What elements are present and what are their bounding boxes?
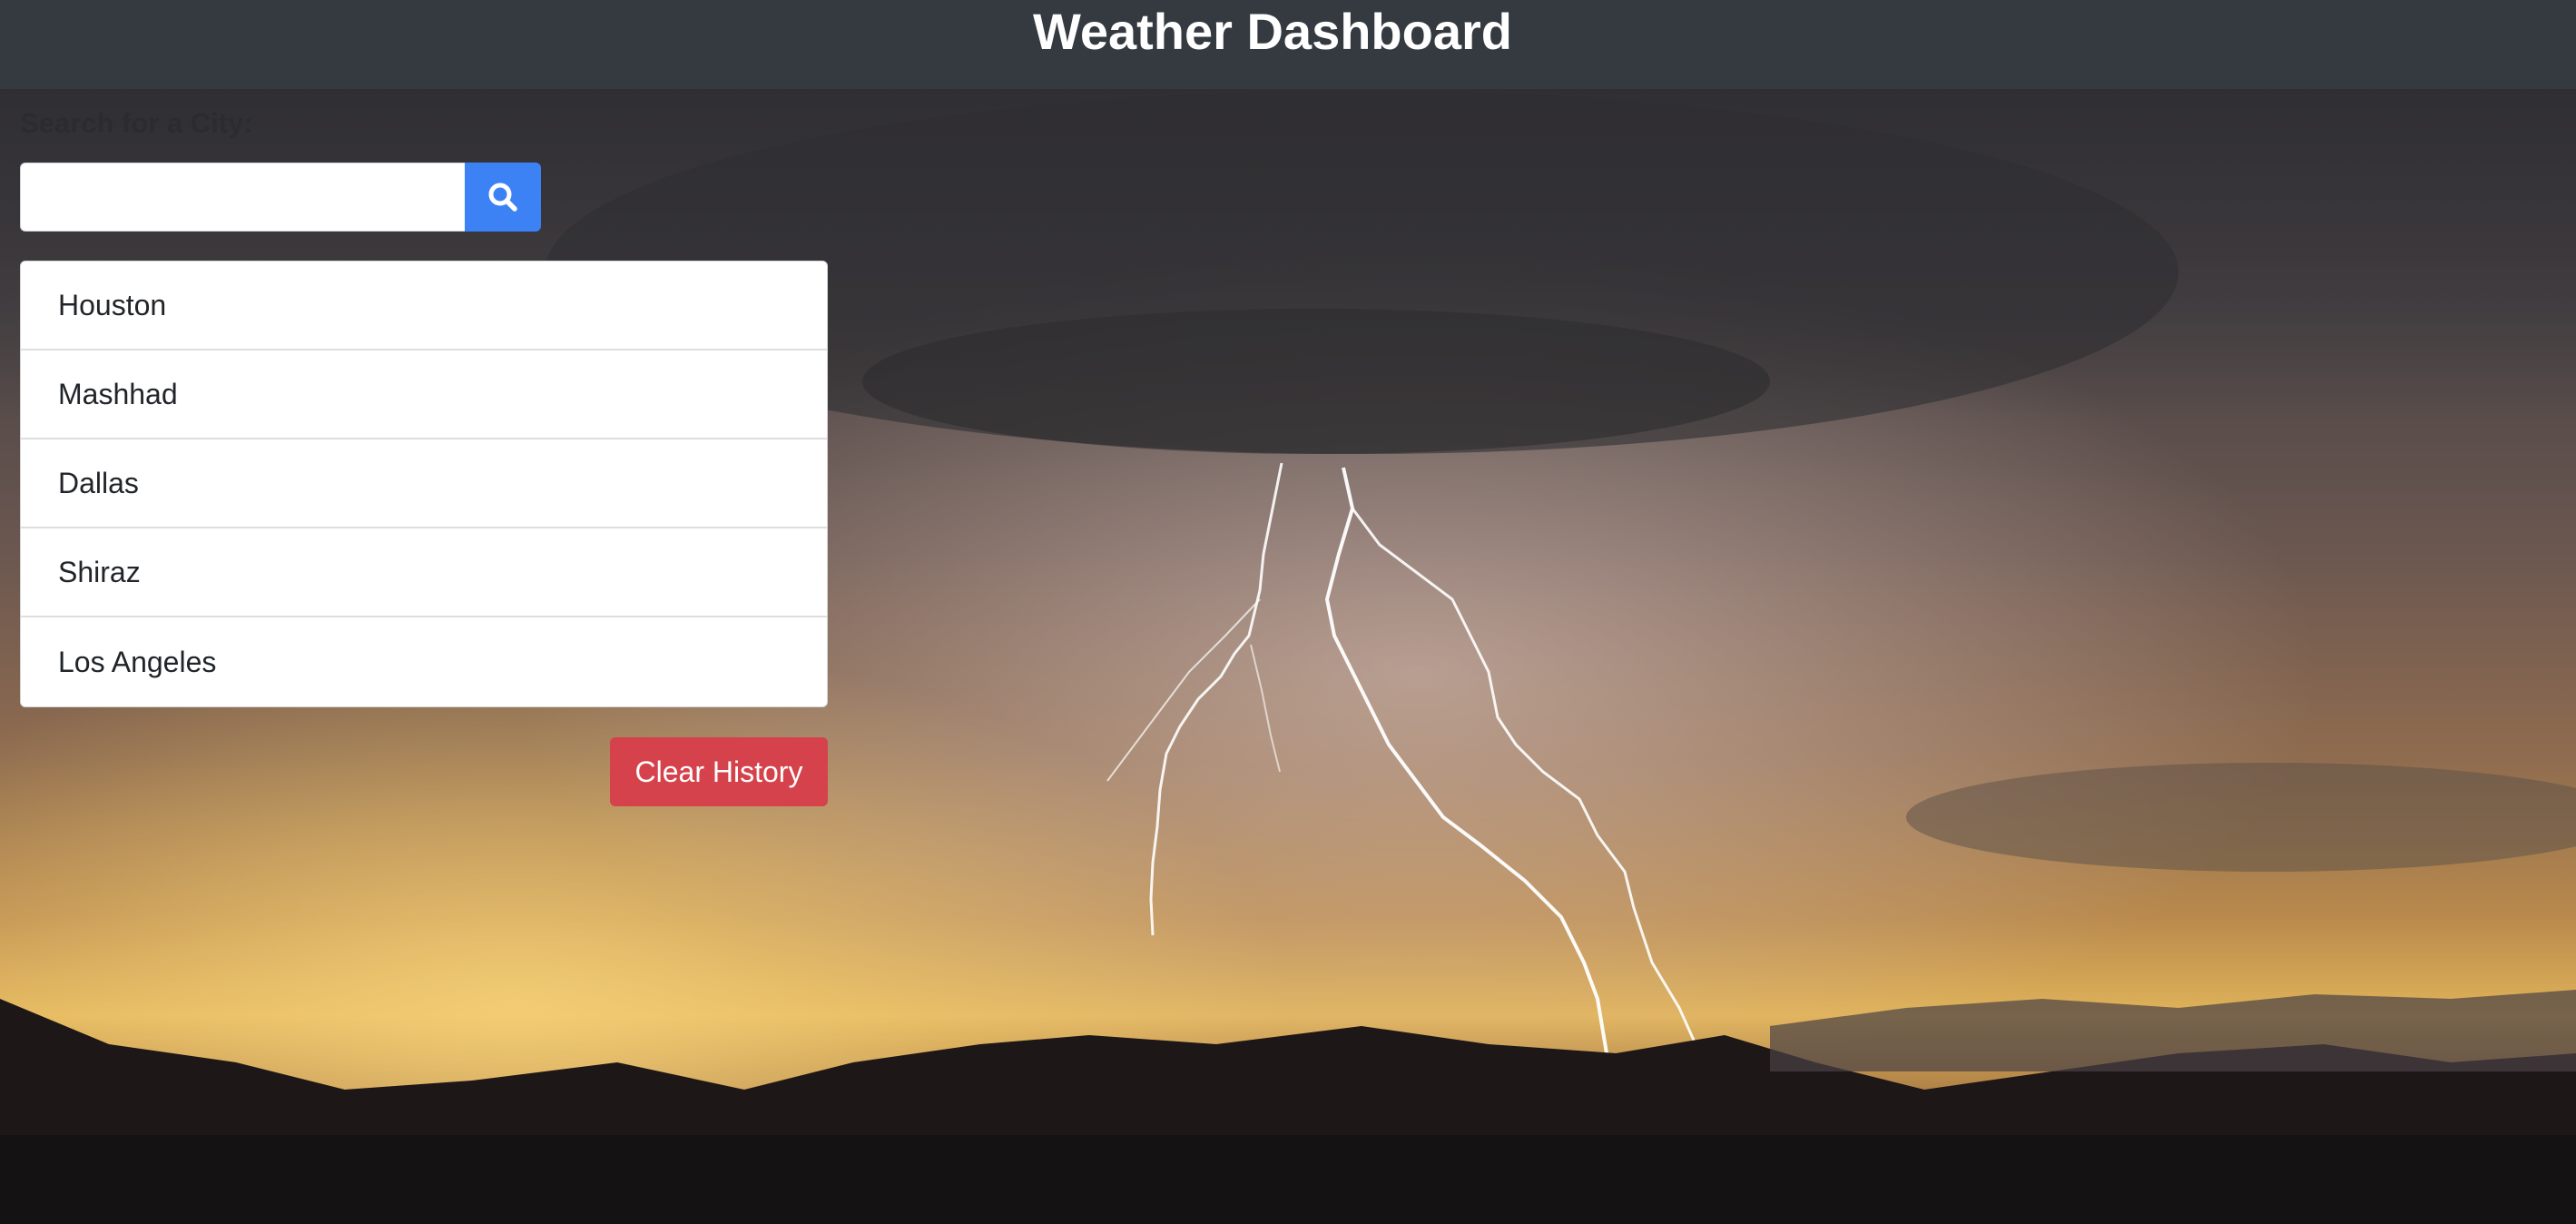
search-group (20, 163, 541, 232)
search-button[interactable] (465, 163, 541, 232)
search-label: Search for a City: (20, 107, 253, 139)
search-history-list: Houston Mashhad Dallas Shiraz Los Angele… (20, 261, 828, 707)
history-item-shiraz[interactable]: Shiraz (21, 528, 827, 617)
clear-history-button[interactable]: Clear History (610, 737, 828, 806)
history-item-los-angeles[interactable]: Los Angeles (21, 617, 827, 706)
history-item-houston[interactable]: Houston (21, 262, 827, 350)
search-icon (488, 183, 517, 212)
page-title: Weather Dashboard (1033, 3, 1512, 60)
app-header: Weather Dashboard (0, 0, 2576, 89)
history-item-dallas[interactable]: Dallas (21, 439, 827, 528)
city-search-input[interactable] (20, 163, 465, 232)
history-item-mashhad[interactable]: Mashhad (21, 350, 827, 439)
